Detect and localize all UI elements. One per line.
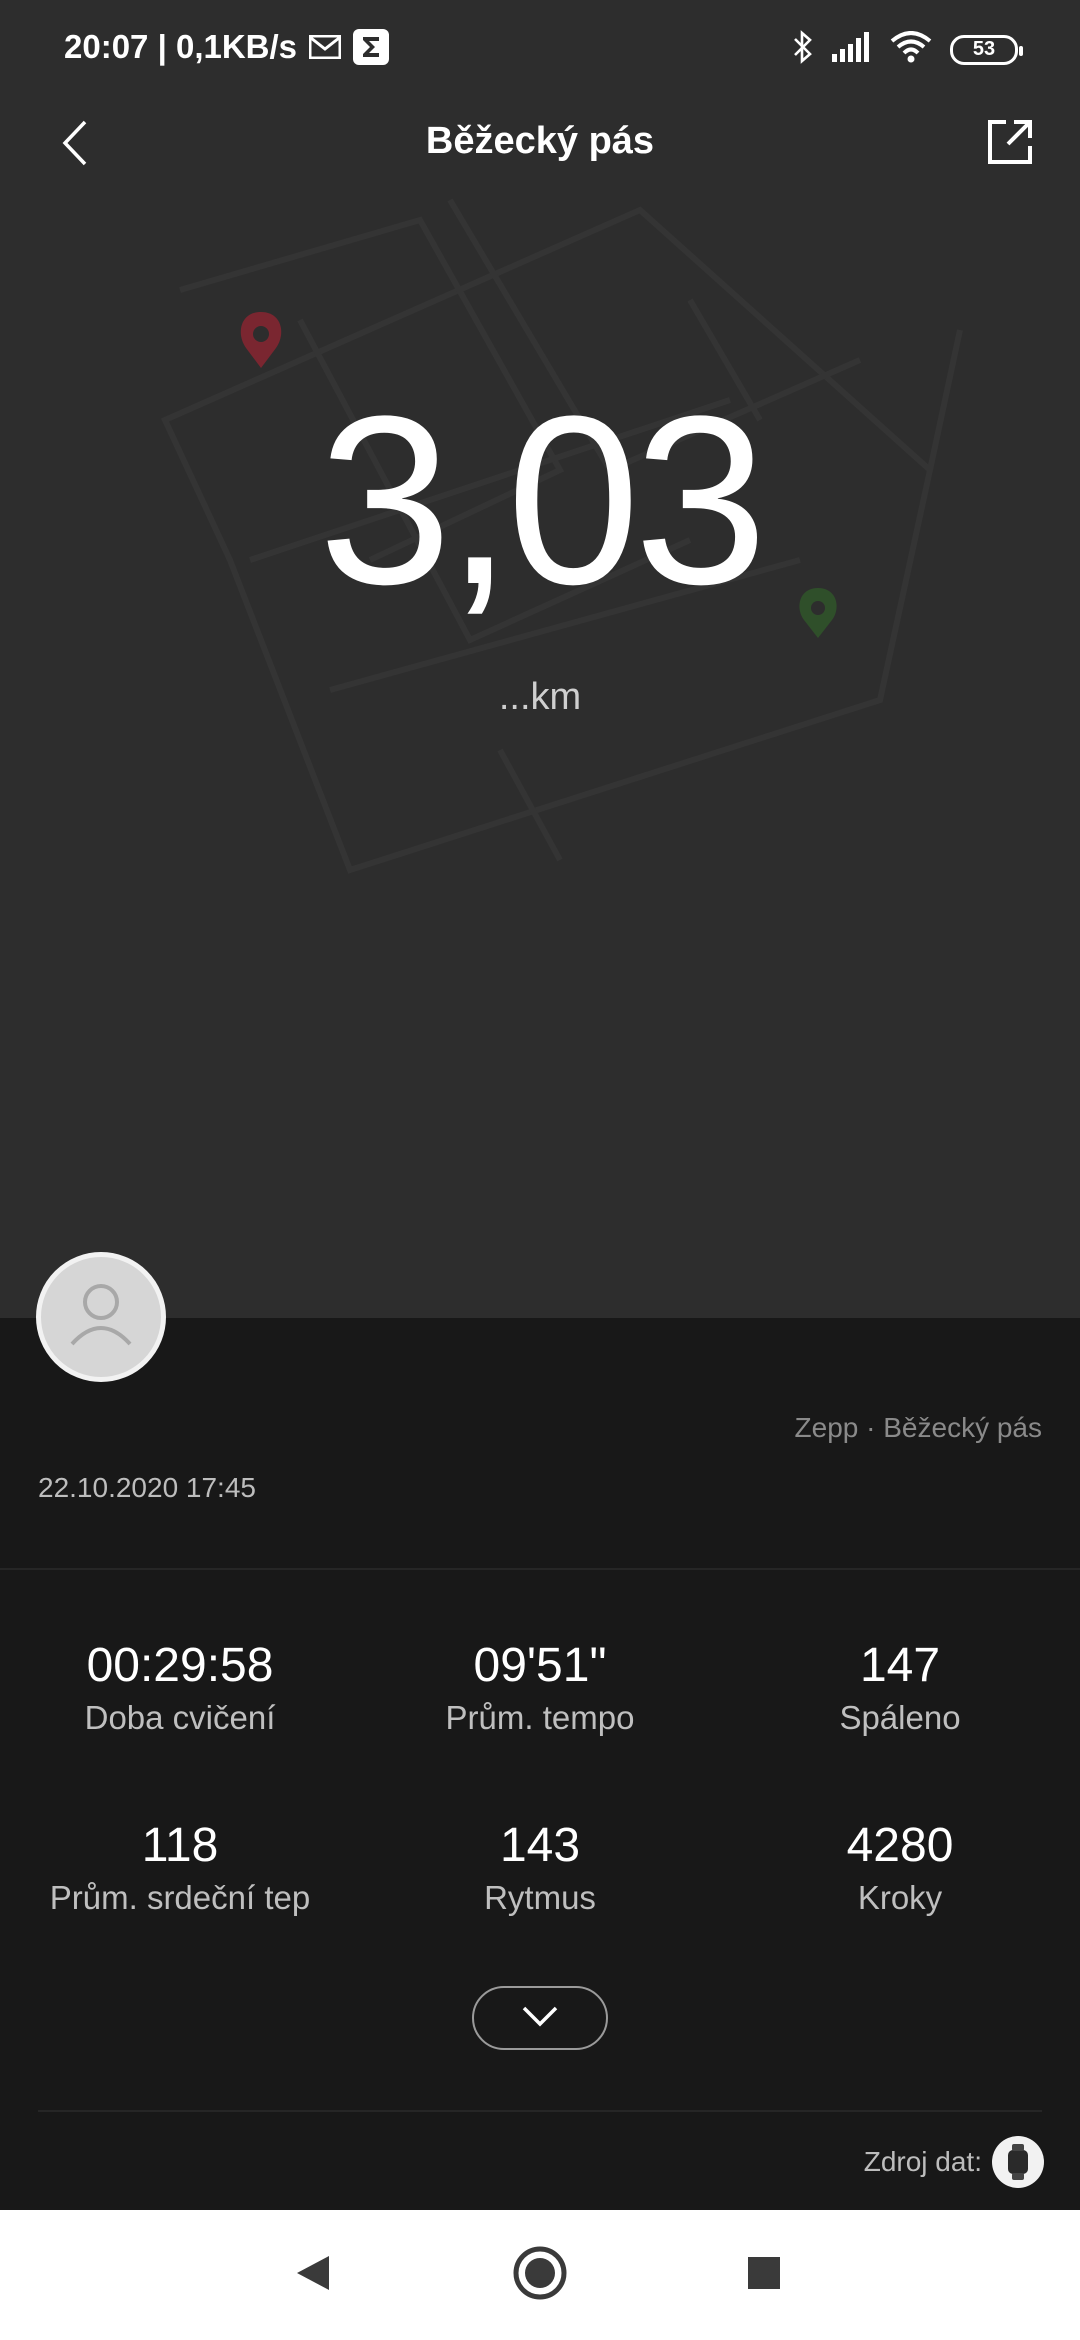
stat-cadence: 143 Rytmus [360, 1819, 720, 1917]
stat-steps: 4280 Kroky [720, 1819, 1080, 1917]
system-navigation-bar [0, 2210, 1080, 2340]
data-source: Zdroj dat: [864, 2136, 1044, 2188]
stat-label: Spáleno [839, 1698, 961, 1736]
data-source-label: Zdroj dat: [863, 2146, 982, 2177]
battery-indicator: 53 [950, 34, 1023, 65]
page-title: Běžecký pás [425, 120, 655, 162]
share-icon [986, 118, 1034, 171]
stat-label: Rytmus [484, 1878, 596, 1916]
mail-icon [309, 35, 342, 59]
nav-home-button[interactable] [505, 2240, 575, 2310]
nav-back-button[interactable] [278, 2240, 348, 2310]
avatar[interactable] [36, 1252, 166, 1382]
signal-icon [832, 32, 872, 67]
wifi-icon [890, 31, 932, 68]
app-bar: Běžecký pás [0, 100, 1080, 190]
route-map-background [160, 198, 963, 874]
start-pin-icon [240, 312, 282, 368]
details-section [0, 1318, 1080, 2210]
distance-value: 3,03 [318, 366, 767, 634]
stat-calories: 147 Spáleno [720, 1639, 1080, 1737]
circle-home-icon [512, 2245, 568, 2306]
sigma-app-icon [353, 29, 390, 65]
bluetooth-icon [792, 30, 814, 69]
stat-avg-heart-rate: 118 Prům. srdeční tep [0, 1819, 360, 1917]
square-recents-icon [746, 2255, 782, 2296]
expand-stats-button[interactable] [472, 1986, 608, 2050]
divider [0, 1568, 1080, 1570]
chevron-down-icon [522, 2005, 558, 2032]
stat-value: 118 [141, 1819, 219, 1872]
stat-label: Doba cvičení [84, 1698, 276, 1736]
stat-value: 00:29:58 [86, 1639, 274, 1692]
status-bar: 20:07 | 0,1KB/s 53 [0, 0, 1080, 100]
hero-section: 20:07 | 0,1KB/s 53 Běžecký pás 3,03 ...k… [0, 0, 1080, 1318]
stat-duration: 00:29:58 Doba cvičení [0, 1639, 360, 1737]
divider [38, 2110, 1042, 2112]
workout-datetime: 22.10.2020 17:45 [38, 1472, 256, 1503]
distance-unit: ...km [498, 676, 582, 718]
user-icon [58, 1272, 144, 1363]
triangle-back-icon [295, 2254, 331, 2297]
stat-label: Kroky [857, 1878, 943, 1916]
stat-value: 4280 [846, 1819, 954, 1872]
watch-icon[interactable] [992, 2136, 1044, 2188]
stat-value: 147 [859, 1639, 941, 1692]
workout-source-app: Zepp · Běžecký pás [794, 1412, 1042, 1443]
stat-value: 143 [499, 1819, 581, 1872]
stat-label: Prům. tempo [445, 1698, 635, 1736]
status-time: 20:07 | 0,1KB/s [64, 28, 298, 65]
share-button[interactable] [980, 114, 1040, 174]
nav-recents-button[interactable] [729, 2240, 799, 2310]
stat-label: Prům. srdeční tep [49, 1878, 311, 1916]
stat-value: 09'51" [473, 1639, 607, 1692]
stat-avg-pace: 09'51" Prům. tempo [360, 1639, 720, 1737]
